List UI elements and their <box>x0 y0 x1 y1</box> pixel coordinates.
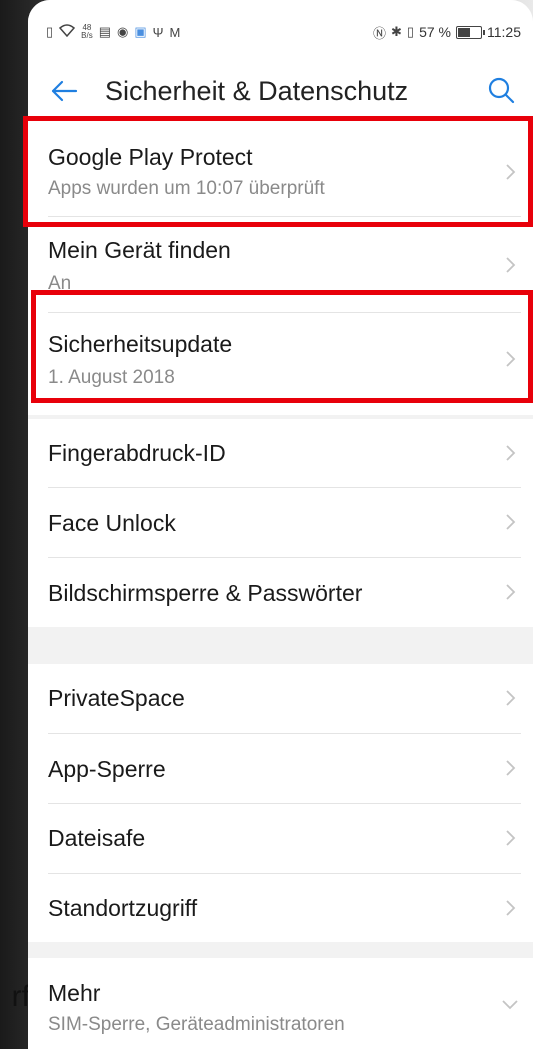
item-subtitle: SIM-Sperre, Geräteadministratoren <box>48 1014 345 1035</box>
battery-icon <box>456 25 485 39</box>
arrow-left-icon <box>51 80 78 102</box>
page-title: Sicherheit & Datenschutz <box>105 76 409 106</box>
app-bar: Sicherheit & Datenschutz <box>28 62 533 120</box>
search-button[interactable] <box>485 74 521 110</box>
chevron-right-icon <box>506 584 516 600</box>
chevron-right-icon <box>506 514 516 530</box>
item-title: Dateisafe <box>48 825 146 851</box>
item-title: PrivateSpace <box>48 685 185 711</box>
clock: 11:25 <box>487 24 521 40</box>
net-speed: 48 B/s <box>81 24 93 40</box>
list-item-privatespace[interactable]: PrivateSpace <box>28 664 533 733</box>
item-title: Google Play Protect <box>48 144 253 170</box>
list-item-bildschirmsperre[interactable]: Bildschirmsperre & Passwörter <box>28 558 533 627</box>
chevron-right-icon <box>506 351 516 367</box>
chevron-right-icon <box>506 900 516 916</box>
list-item-app-sperre[interactable]: App-Sperre <box>28 734 533 803</box>
item-title: Face Unlock <box>48 510 176 536</box>
mail-icon: M <box>169 24 181 40</box>
list-item-face-unlock[interactable]: Face Unlock <box>28 488 533 557</box>
settings-group-1: Google Play Protect Apps wurden um 10:07… <box>28 120 533 415</box>
usb-icon: Ψ <box>152 24 164 40</box>
item-subtitle: An <box>48 273 72 294</box>
battery-percent: 57 % <box>419 24 451 40</box>
settings-group-3: PrivateSpace App-Sperre Dateisafe Stando… <box>28 664 533 942</box>
status-bar: ▯ 48 B/s ▤ ◉ ▣ Ψ M Ⓝ ✱ ▯ 57 % 11:25 <box>28 0 533 62</box>
list-item-mehr[interactable]: Mehr SIM-Sperre, Geräteadministratoren <box>28 958 533 1049</box>
chevron-right-icon <box>506 830 516 846</box>
list-item-google-play-protect[interactable]: Google Play Protect Apps wurden um 10:07… <box>28 120 533 216</box>
chevron-right-icon <box>506 257 516 273</box>
back-button[interactable] <box>44 73 84 109</box>
chevron-right-icon <box>506 690 516 706</box>
vibrate-icon: ▯ <box>406 24 415 39</box>
chevron-right-icon <box>506 445 516 461</box>
list-item-fingerabdruck-id[interactable]: Fingerabdruck-ID <box>28 419 533 487</box>
item-title: Mein Gerät finden <box>48 237 231 263</box>
chevron-right-icon <box>506 164 516 180</box>
chevron-down-icon <box>502 1000 518 1010</box>
gallery-icon: ▣ <box>134 24 147 39</box>
settings-group-4: Mehr SIM-Sperre, Geräteadministratoren <box>28 958 533 1049</box>
item-title: Mehr <box>48 980 101 1006</box>
item-subtitle: 1. August 2018 <box>48 367 175 388</box>
list-item-sicherheitsupdate[interactable]: Sicherheitsupdate 1. August 2018 <box>28 313 533 409</box>
eye-icon: ◉ <box>117 24 129 39</box>
sim-icon: ▯ <box>46 24 54 39</box>
item-title: Sicherheitsupdate <box>48 331 233 357</box>
item-title: Fingerabdruck-ID <box>48 440 226 466</box>
search-icon <box>488 77 515 104</box>
item-title: Bildschirmsperre & Passwörter <box>48 580 363 606</box>
cast-icon: ▤ <box>98 24 112 39</box>
item-subtitle: Apps wurden um 10:07 überprüft <box>48 178 325 199</box>
backdrop-text: rf <box>11 980 30 1013</box>
list-item-mein-geraet-finden[interactable]: Mein Gerät finden An <box>28 217 533 311</box>
nfc-icon: Ⓝ <box>373 25 387 41</box>
settings-group-2: Fingerabdruck-ID Face Unlock Bildschirms… <box>28 419 533 627</box>
bluetooth-icon: ✱ <box>391 24 402 39</box>
net-speed-unit: B/s <box>81 31 93 40</box>
list-item-dateisafe[interactable]: Dateisafe <box>28 804 533 873</box>
item-title: App-Sperre <box>48 756 166 782</box>
list-item-standortzugriff[interactable]: Standortzugriff <box>28 874 533 942</box>
phone-screen: ▯ 48 B/s ▤ ◉ ▣ Ψ M Ⓝ ✱ ▯ 57 % 11:25 Sich… <box>28 0 533 1049</box>
item-title: Standortzugriff <box>48 895 198 921</box>
chevron-right-icon <box>506 760 516 776</box>
wifi-icon <box>59 24 76 40</box>
